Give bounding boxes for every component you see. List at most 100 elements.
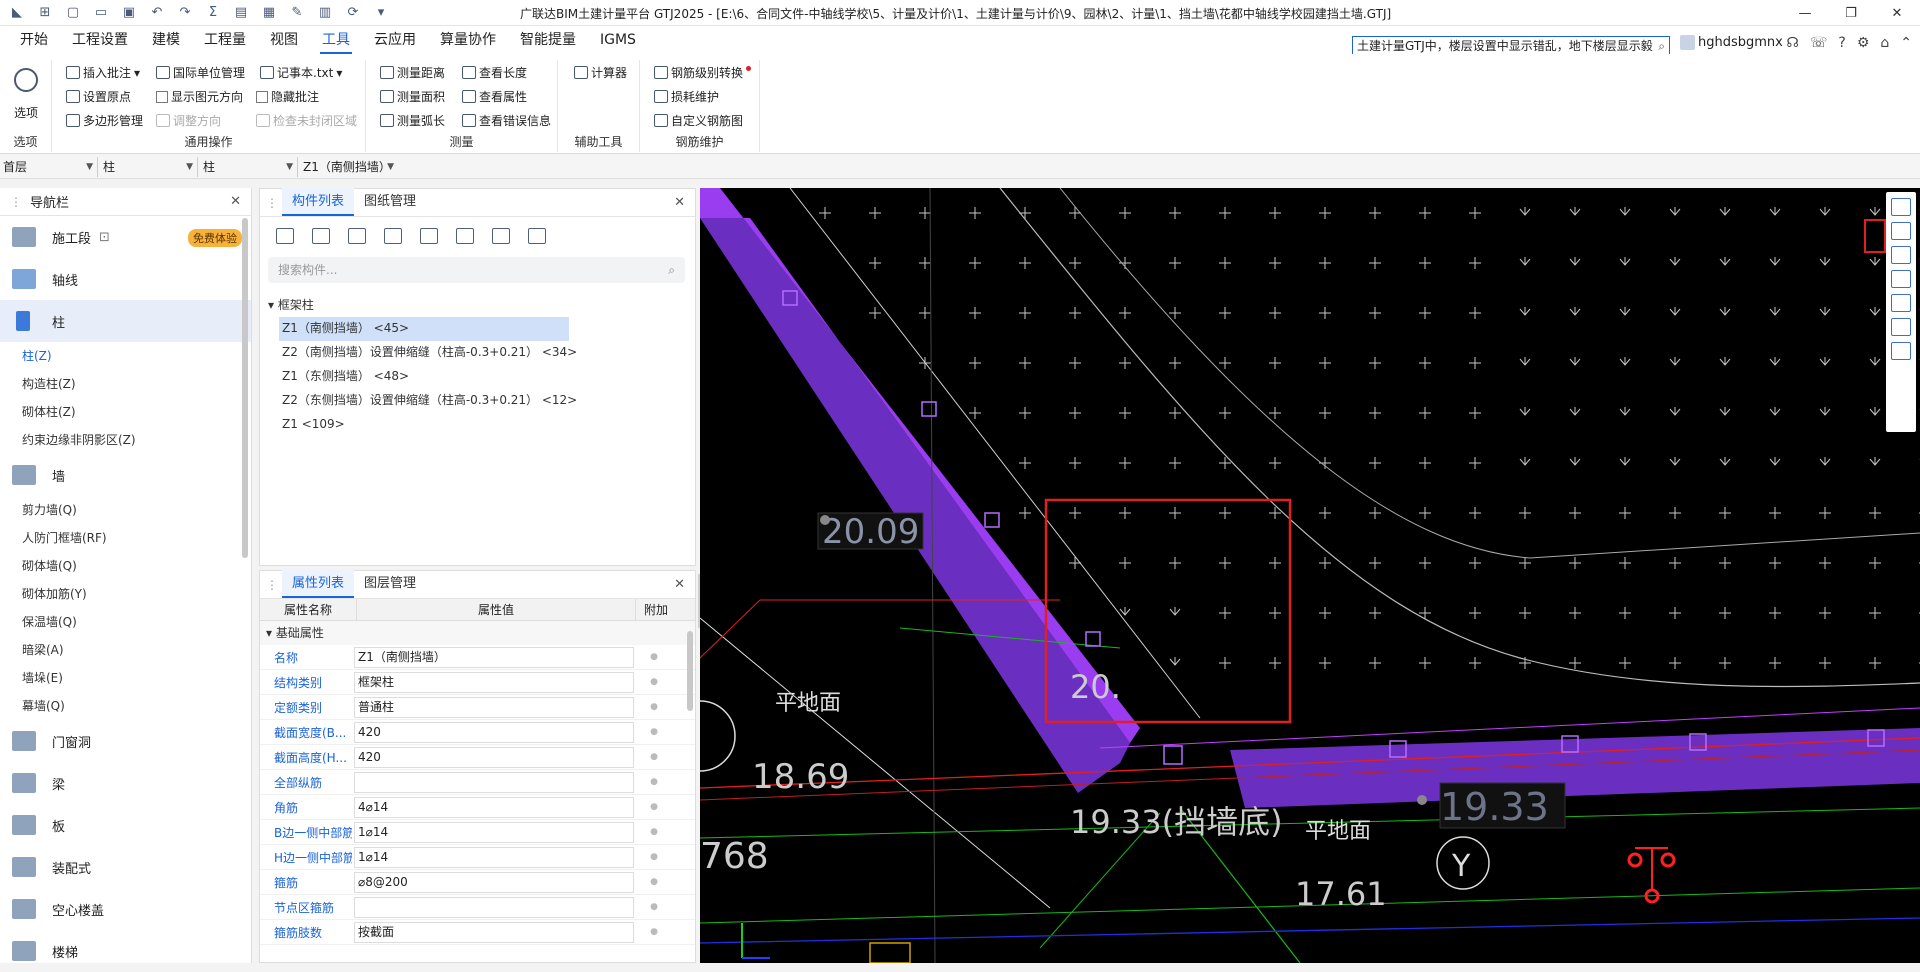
3d-view-icon[interactable] (1891, 222, 1911, 240)
extra-checkbox[interactable]: ● (634, 852, 674, 862)
redo-icon[interactable]: ↷ (176, 4, 194, 22)
property-value-input[interactable] (354, 896, 634, 918)
maximize-button[interactable]: ❐ (1828, 0, 1874, 26)
open-folder-icon[interactable]: ▭ (92, 4, 110, 22)
column-marker[interactable] (1085, 631, 1101, 647)
view-icon[interactable]: ▤ (232, 4, 250, 22)
calculator-button[interactable]: 计算器 (574, 64, 627, 81)
sort-icon[interactable] (456, 228, 474, 244)
polygon-mgr-button[interactable]: 多边形管理 (66, 112, 143, 129)
menu-smart[interactable]: 智能提量 (508, 26, 588, 54)
nav-cat-opening[interactable]: 门窗洞 (0, 720, 251, 762)
property-value-input[interactable]: 4⌀14 (354, 796, 634, 818)
shaded-view-icon[interactable] (1891, 270, 1911, 288)
view-attribute-button[interactable]: 查看属性 (462, 88, 527, 105)
extra-checkbox[interactable]: ● (634, 777, 674, 787)
floor-select[interactable]: 首层 ▼ (0, 157, 98, 177)
property-value-input[interactable]: ⌀8@200 (354, 871, 634, 893)
show-direction-checkbox[interactable]: 显示图元方向 (156, 88, 243, 105)
retaining-wall-south[interactable] (700, 218, 1130, 793)
nav-item-masonry-reinforcement[interactable]: 砌体加筋(Y) (0, 580, 251, 608)
property-value-input[interactable]: 普通柱 (354, 696, 634, 718)
column-marker[interactable] (984, 512, 1000, 528)
component-item[interactable]: Z1 <109> (260, 413, 695, 437)
property-group-basic[interactable]: ▾ 基础属性 (260, 621, 695, 645)
loss-maint-button[interactable]: 损耗维护 (654, 88, 719, 105)
close-icon[interactable]: ✕ (230, 194, 241, 209)
component-item[interactable]: Z1（南侧挡墙） <45> (279, 317, 569, 341)
gear-icon[interactable] (14, 68, 38, 92)
options-button[interactable]: 选项 (14, 104, 38, 121)
grip-icon[interactable]: ⋮ (266, 196, 278, 210)
new-file-icon[interactable]: ▢ (64, 4, 82, 22)
drawing-canvas[interactable]: 20.09 20. 平地面 18.69 19.33(挡墙底) 平地面 19.33… (700, 188, 1920, 963)
tab-property-list[interactable]: 属性列表 (282, 570, 355, 598)
app-logo-icon[interactable]: ◣ (8, 4, 26, 22)
menu-quantities[interactable]: 工程量 (192, 26, 258, 54)
user-account[interactable]: hghdsbgmnx (1680, 35, 1783, 50)
close-icon[interactable]: ✕ (674, 577, 685, 592)
measure-distance-button[interactable]: 测量距离 (380, 64, 445, 81)
nav-item-shear-wall[interactable]: 剪力墙(Q) (0, 496, 251, 524)
search-icon[interactable]: ⌕ (1658, 37, 1665, 55)
headset-icon[interactable]: ☊ (1786, 35, 1798, 51)
view-length-button[interactable]: 查看长度 (462, 64, 527, 81)
nav-item-masonry-column[interactable]: 砌体柱(Z) (0, 398, 251, 426)
menu-igms[interactable]: IGMS (588, 26, 648, 54)
grid-icon[interactable]: ▦ (260, 4, 278, 22)
component-search-input[interactable]: 搜索构件... ⌕ (268, 257, 685, 283)
cad-drawing[interactable]: 20.09 20. 平地面 18.69 19.33(挡墙底) 平地面 19.33… (700, 188, 1920, 963)
nav-item-civil-defense-wall[interactable]: 人防门框墙(RF) (0, 524, 251, 552)
property-value-input[interactable]: 1⌀14 (354, 821, 634, 843)
layer-notes-icon[interactable] (1891, 342, 1911, 360)
measure-area-button[interactable]: 测量面积 (380, 88, 445, 105)
menu-start[interactable]: 开始 (8, 26, 60, 54)
nav-cat-hollow-floor[interactable]: 空心楼盖 (0, 888, 251, 930)
nav-cat-section[interactable]: 施工段 ⊡ 免费体验 (0, 216, 251, 258)
nav-cat-wall[interactable]: 墙 (0, 454, 251, 496)
nav-cat-beam[interactable]: 梁 (0, 762, 251, 804)
intl-unit-button[interactable]: 国际单位管理 (156, 64, 245, 81)
extra-checkbox[interactable]: ● (634, 902, 674, 912)
tab-drawing-mgmt[interactable]: 图纸管理 (354, 188, 426, 216)
sum-icon[interactable]: Σ (204, 4, 222, 22)
retaining-wall-east[interactable] (1230, 728, 1920, 808)
nav-item-masonry-wall[interactable]: 砌体墙(Q) (0, 552, 251, 580)
property-value-input[interactable]: 420 (354, 746, 634, 768)
nav-cat-axis[interactable]: 轴线 (0, 258, 251, 300)
filter-icon[interactable] (420, 228, 438, 244)
new-icon[interactable]: ⊞ (36, 4, 54, 22)
property-value-input[interactable] (354, 771, 634, 793)
extra-checkbox[interactable]: ● (634, 702, 674, 712)
extra-checkbox[interactable]: ● (634, 827, 674, 837)
component-item[interactable]: Z2（南侧挡墙）设置伸缩缝（柱高-0.3+0.21） <34> (260, 341, 695, 365)
nav-cat-slab[interactable]: 板 (0, 804, 251, 846)
chat-icon[interactable]: ☏ (1810, 35, 1828, 51)
customize-icon[interactable]: ▾ (372, 4, 390, 22)
property-value-input[interactable]: 420 (354, 721, 634, 743)
close-icon[interactable]: ✕ (674, 195, 685, 210)
check-unclosed-button[interactable]: 检查未封闭区域 (256, 112, 357, 129)
component-select[interactable]: Z1（南侧挡墙） ▼ (300, 157, 398, 177)
element-type-select[interactable]: 柱 ▼ (100, 157, 198, 177)
edit-icon[interactable]: ✎ (288, 4, 306, 22)
nav-cat-stairs[interactable]: 楼梯 (0, 930, 251, 972)
tab-layer-mgmt[interactable]: 图层管理 (354, 570, 426, 598)
nav-cat-prefab[interactable]: 装配式 (0, 846, 251, 888)
notepad-button[interactable]: 记事本.txt ▾ (260, 64, 342, 81)
nav-cat-column[interactable]: 柱 (0, 300, 251, 342)
measure-arc-button[interactable]: 测量弧长 (380, 112, 445, 129)
custom-rebar-button[interactable]: 自定义钢筋图 (654, 112, 743, 129)
dynamic-view-icon[interactable] (1891, 318, 1911, 336)
view-errors-button[interactable]: 查看错误信息 (462, 112, 551, 129)
layers-icon[interactable]: ▥ (316, 4, 334, 22)
import-icon[interactable] (492, 228, 510, 244)
extra-checkbox[interactable]: ● (634, 927, 674, 937)
adjust-direction-button[interactable]: 调整方向 (156, 112, 221, 129)
component-item[interactable]: Z1（东侧挡墙） <48> (260, 365, 695, 389)
nav-scrollbar[interactable] (242, 218, 248, 558)
new-component-icon[interactable] (276, 228, 294, 244)
extra-checkbox[interactable]: ● (634, 752, 674, 762)
nav-item-hidden-beam[interactable]: 暗梁(A) (0, 636, 251, 664)
search-icon[interactable]: ⌕ (668, 257, 675, 283)
